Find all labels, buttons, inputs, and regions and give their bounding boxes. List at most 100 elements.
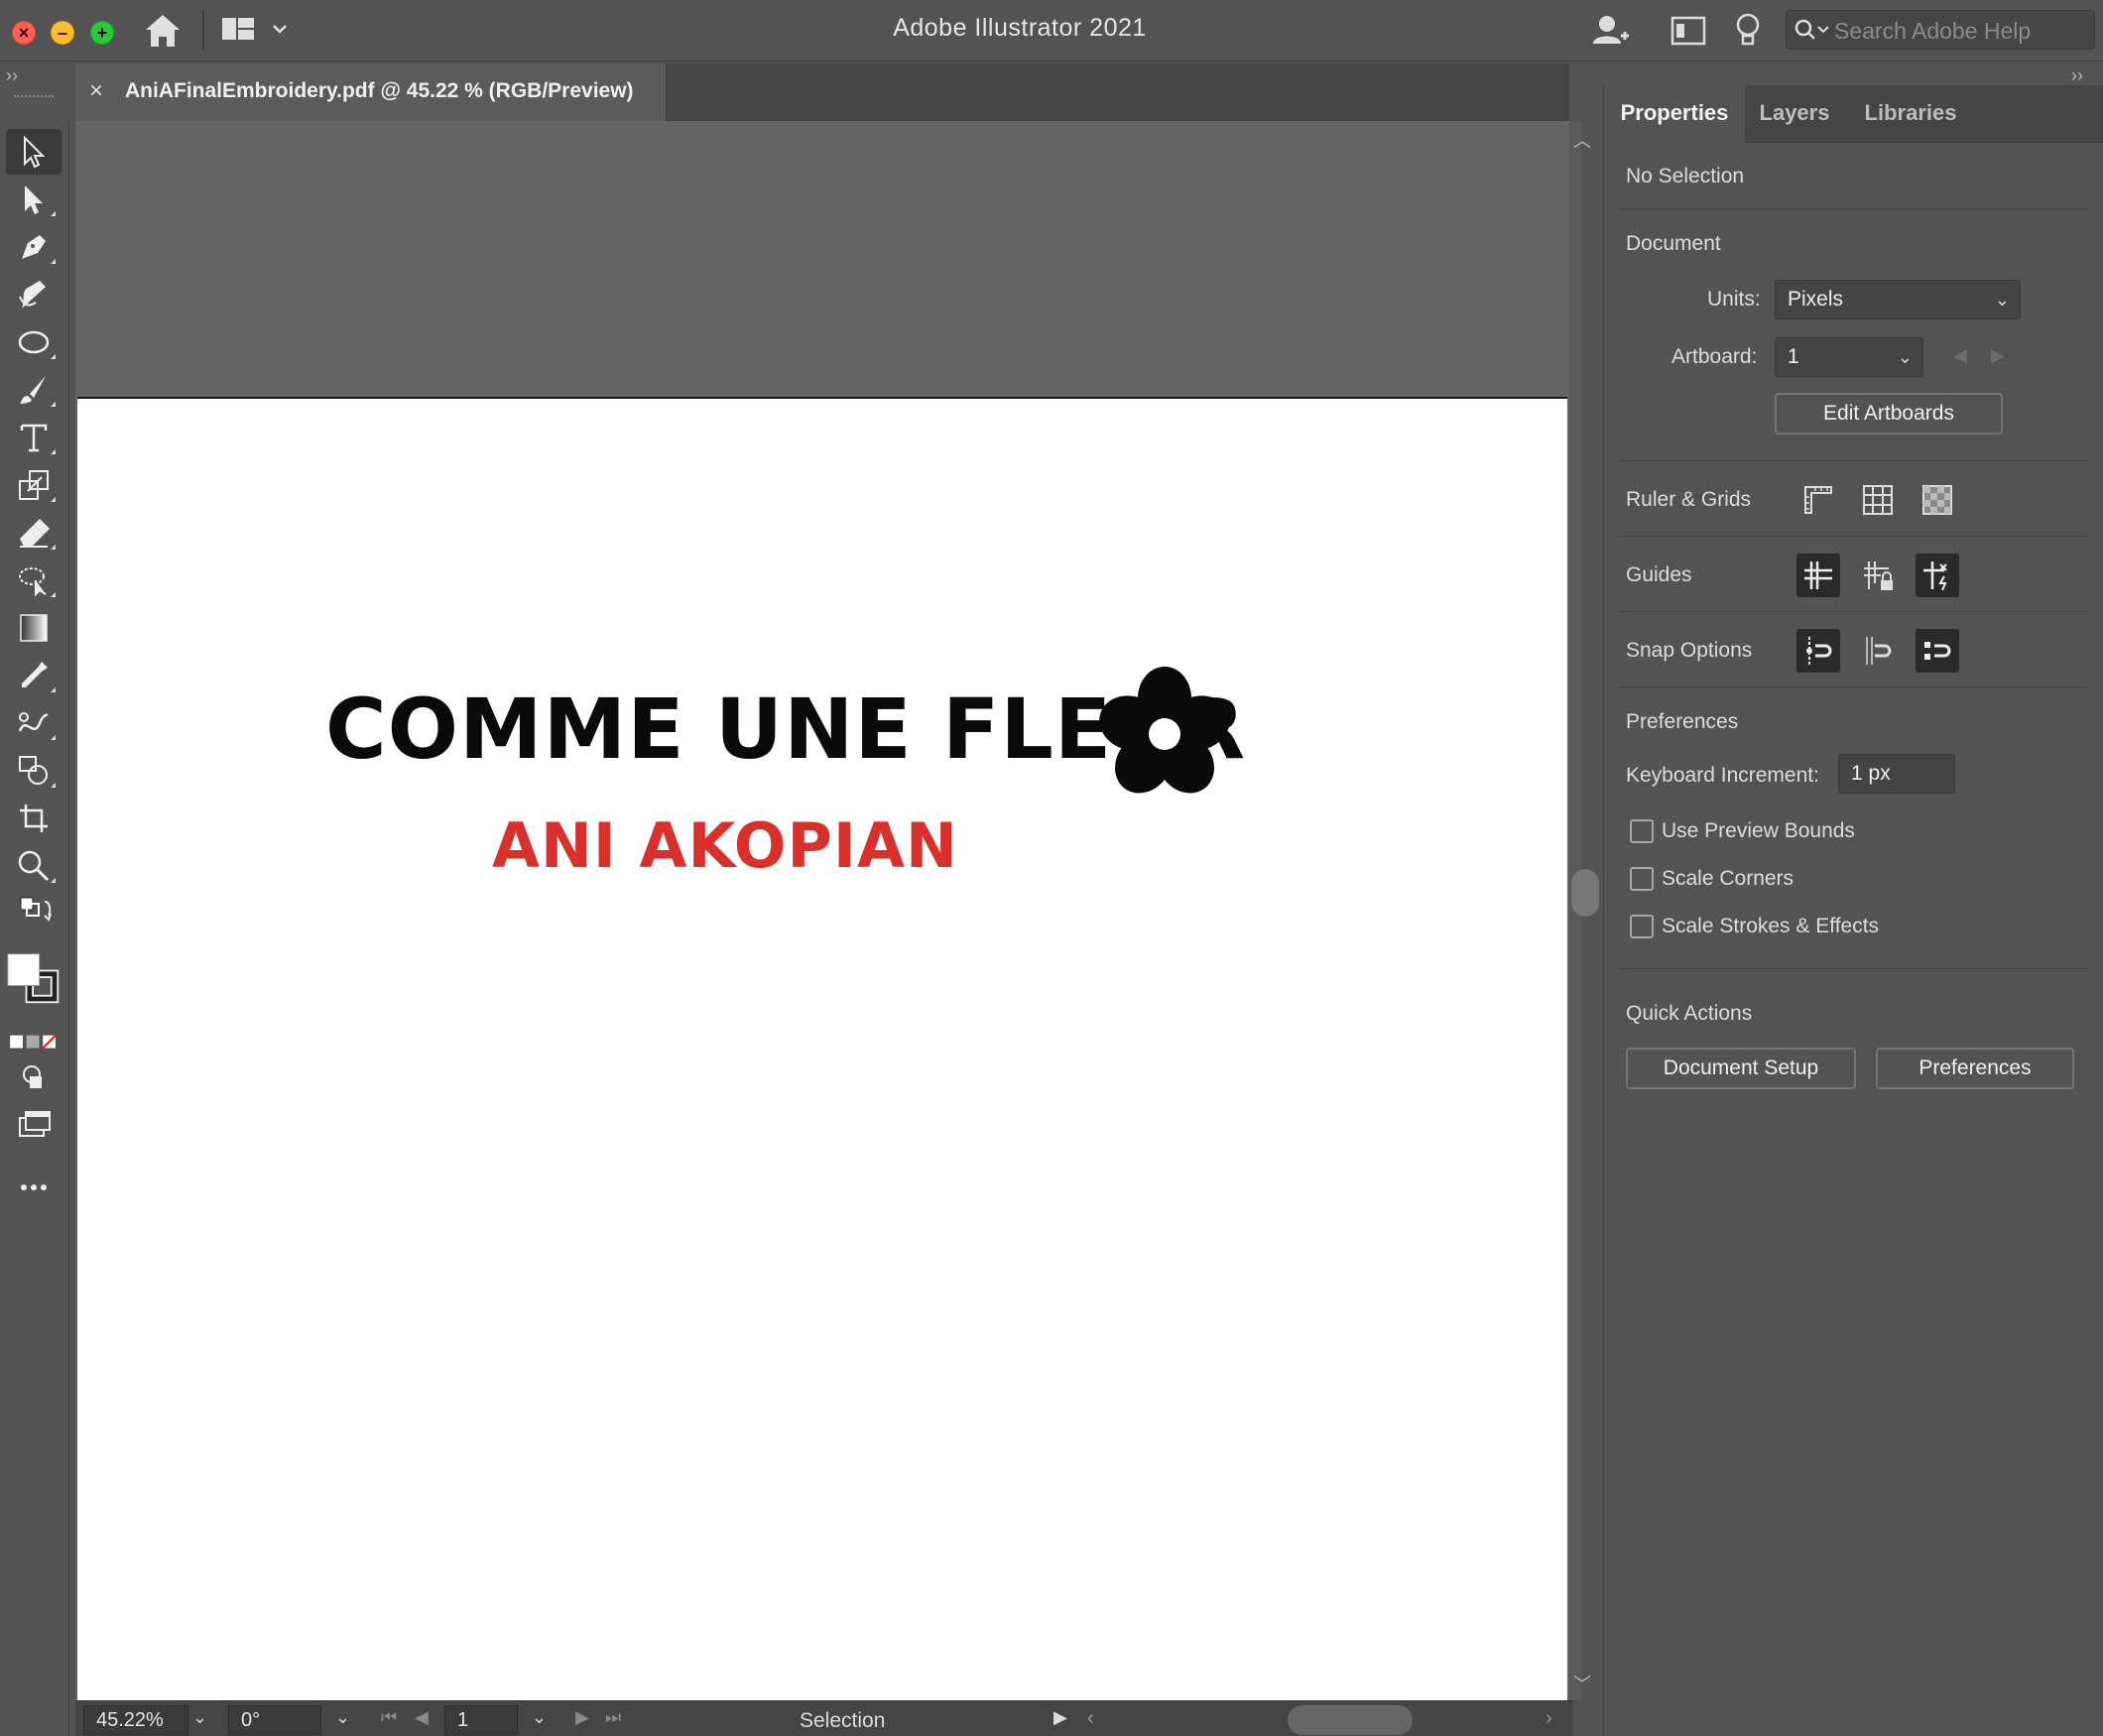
snap-to-point-icon[interactable]: [1796, 629, 1840, 673]
previous-artboard-icon[interactable]: ◀: [415, 1707, 429, 1728]
chevron-down-icon: ⌄: [1897, 347, 1913, 367]
artboard-dropdown-icon[interactable]: ⌄: [532, 1707, 547, 1728]
arrange-documents-icon[interactable]: [1669, 10, 1710, 52]
tab-libraries[interactable]: Libraries: [1846, 85, 1975, 143]
document-heading: Document: [1626, 232, 1721, 255]
use-preview-bounds-label: Use Preview Bounds: [1662, 819, 1855, 842]
direct-selection-tool-icon[interactable]: [6, 177, 62, 222]
document-setup-button[interactable]: Document Setup: [1626, 1048, 1856, 1089]
tools-panel: [0, 95, 69, 1736]
search-placeholder: Search Adobe Help: [1834, 18, 2032, 44]
curvature-tool-icon[interactable]: [6, 272, 62, 317]
artboard-value: 1: [1788, 345, 1799, 368]
show-guides-icon[interactable]: [1796, 554, 1840, 597]
chevron-down-icon: ⌄: [1994, 290, 2010, 310]
first-artboard-icon[interactable]: ⏮: [381, 1707, 397, 1728]
quick-actions-heading: Quick Actions: [1626, 1002, 1753, 1025]
ruler-icon[interactable]: [1796, 478, 1840, 522]
scroll-up-icon[interactable]: ︿: [1573, 127, 1591, 153]
document-tab-bar: × AniAFinalEmbroidery.pdf @ 45.22 % (RGB…: [75, 63, 1569, 121]
last-artboard-icon[interactable]: ⏭: [605, 1707, 621, 1728]
keyboard-increment-field[interactable]: 1 px: [1838, 754, 1955, 794]
rotation-dropdown-icon[interactable]: ⌄: [335, 1707, 350, 1728]
snap-to-pixel-icon[interactable]: [1916, 629, 1959, 673]
artboard-dropdown[interactable]: 1 ⌄: [1775, 337, 1923, 377]
units-dropdown[interactable]: Pixels ⌄: [1775, 280, 2021, 319]
search-icon: [1794, 19, 1832, 48]
preferences-heading: Preferences: [1626, 710, 1739, 733]
grid-icon[interactable]: [1856, 478, 1900, 522]
close-document-icon[interactable]: ×: [89, 77, 103, 105]
tab-layers[interactable]: Layers: [1745, 85, 1844, 143]
screen-mode-icon[interactable]: [6, 1103, 62, 1149]
next-artboard-arrow-icon[interactable]: ▶: [1991, 345, 2005, 366]
type-tool-icon[interactable]: [6, 415, 62, 460]
panel-divider: [1620, 460, 2088, 461]
units-label: Units:: [1707, 288, 1761, 310]
panel-divider: [1620, 686, 2088, 687]
toolbar-grip[interactable]: [14, 95, 54, 99]
artboard-tool-icon[interactable]: [6, 796, 62, 841]
scale-corners-checkbox[interactable]: [1630, 867, 1654, 891]
transparency-grid-icon[interactable]: [1916, 478, 1959, 522]
pen-tool-icon[interactable]: [6, 224, 62, 270]
share-user-icon[interactable]: [1589, 10, 1631, 52]
use-preview-bounds-checkbox[interactable]: [1630, 819, 1654, 843]
status-menu-arrow-icon[interactable]: ▶: [1053, 1707, 1067, 1728]
panel-tab-bar: Properties Layers Libraries: [1604, 85, 2103, 143]
shape-builder-tool-icon[interactable]: [6, 748, 62, 794]
horizontal-scroll-thumb[interactable]: [1288, 1705, 1413, 1735]
document-tab-label: AniAFinalEmbroidery.pdf @ 45.22 % (RGB/P…: [125, 79, 634, 102]
vertical-scroll-thumb[interactable]: [1571, 869, 1599, 917]
preferences-button[interactable]: Preferences: [1876, 1048, 2074, 1089]
next-artboard-icon[interactable]: ▶: [575, 1707, 589, 1728]
snap-to-grid-icon[interactable]: [1856, 629, 1900, 673]
paintbrush-tool-icon[interactable]: [6, 367, 62, 413]
artboard[interactable]: [77, 397, 1567, 1700]
fill-stroke-swap-icon[interactable]: [6, 889, 63, 934]
rotation-field[interactable]: 0°: [228, 1705, 321, 1735]
status-bar: 45.22% ⌄ 0° ⌄ ⏮ ◀ 1 ⌄ ▶ ⏭ Selection ▶ ‹ …: [75, 1700, 1573, 1736]
artwork-subtitle-text[interactable]: ANI AKOPIAN: [492, 809, 958, 882]
ellipse-tool-icon[interactable]: [6, 319, 62, 365]
collapse-toolbar-icon[interactable]: ››: [6, 65, 18, 86]
panel-divider: [1620, 208, 2088, 209]
fill-stroke-swatch-icon[interactable]: [6, 938, 62, 1018]
edit-artboards-button[interactable]: Edit Artboards: [1775, 393, 2003, 434]
keyboard-increment-label: Keyboard Increment:: [1626, 764, 1819, 787]
edit-toolbar-more-icon[interactable]: [6, 1165, 62, 1210]
panel-divider: [1620, 968, 2088, 969]
flower-graphic[interactable]: [1095, 663, 1234, 802]
scroll-left-icon[interactable]: ‹: [1087, 1707, 1094, 1730]
eyedropper-tool-icon[interactable]: [6, 653, 62, 698]
lock-guides-icon[interactable]: [1856, 554, 1900, 597]
title-bar: × – + Adobe Illustrator 2021 Search Adob…: [0, 0, 2103, 62]
draw-mode-icon[interactable]: [6, 1055, 62, 1101]
document-tab[interactable]: × AniAFinalEmbroidery.pdf @ 45.22 % (RGB…: [75, 63, 667, 121]
smart-guides-icon[interactable]: [1916, 554, 1959, 597]
blend-tool-icon[interactable]: [6, 700, 62, 746]
scale-tool-icon[interactable]: [6, 462, 62, 508]
scroll-right-icon[interactable]: ›: [1546, 1707, 1552, 1730]
scale-strokes-effects-label: Scale Strokes & Effects: [1662, 915, 1880, 937]
scroll-down-icon[interactable]: ﹀: [1573, 1671, 1591, 1696]
gradient-tool-icon[interactable]: [6, 605, 62, 651]
ruler-grids-label: Ruler & Grids: [1626, 488, 1752, 511]
panel-divider: [1620, 536, 2088, 537]
units-value: Pixels: [1788, 288, 1844, 310]
search-help-field[interactable]: Search Adobe Help: [1786, 10, 2095, 50]
selection-tool-icon[interactable]: [6, 129, 62, 175]
lasso-tool-icon[interactable]: [6, 558, 62, 603]
discover-lightbulb-icon[interactable]: [1728, 10, 1770, 52]
zoom-field[interactable]: 45.22%: [83, 1705, 188, 1735]
artboard-label: Artboard:: [1671, 345, 1758, 368]
eraser-tool-icon[interactable]: [6, 510, 62, 556]
collapse-panel-icon[interactable]: ››: [2071, 65, 2083, 86]
selection-state-label: No Selection: [1626, 165, 1745, 187]
tab-properties[interactable]: Properties: [1604, 85, 1745, 143]
zoom-dropdown-icon[interactable]: ⌄: [192, 1707, 207, 1728]
previous-artboard-arrow-icon[interactable]: ◀: [1953, 345, 1967, 366]
scale-strokes-effects-checkbox[interactable]: [1630, 915, 1654, 938]
zoom-tool-icon[interactable]: [6, 843, 62, 889]
artboard-number-field[interactable]: 1: [444, 1705, 518, 1735]
